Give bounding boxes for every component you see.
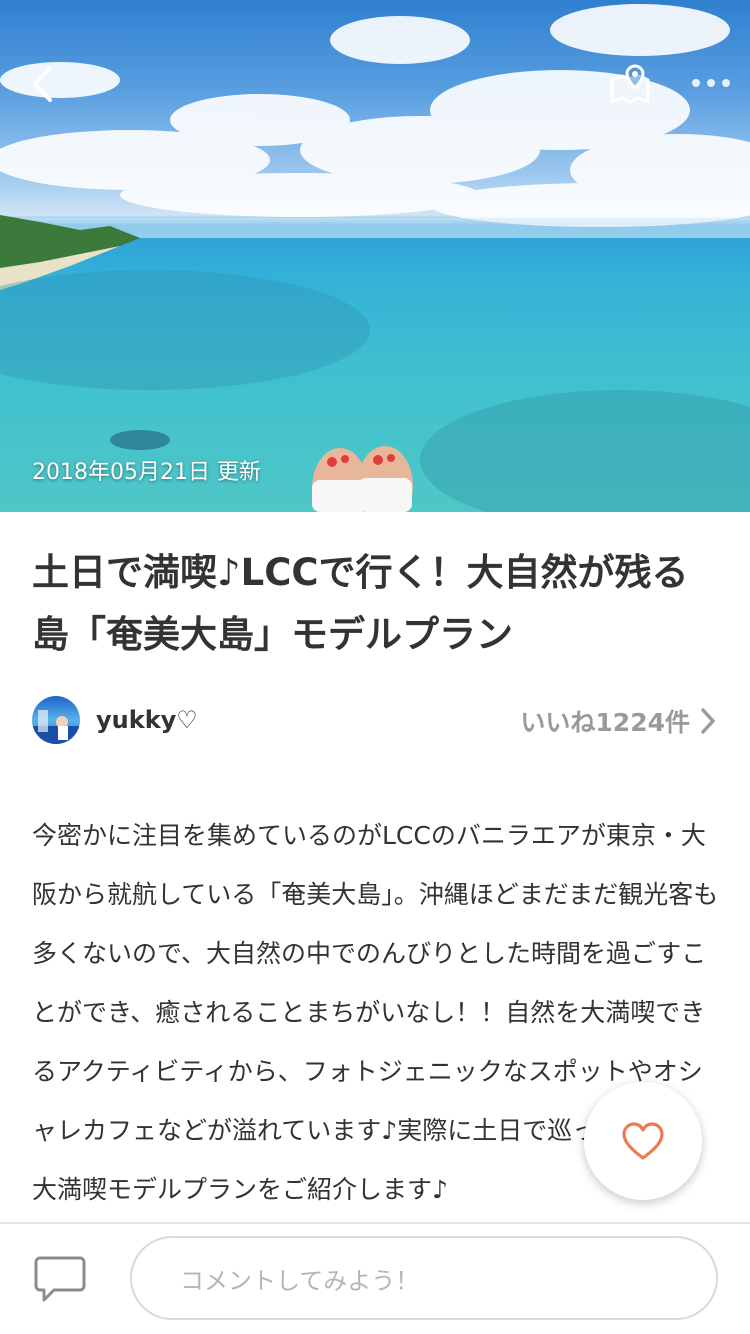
article-title: 土日で満喫♪LCCで行く！大自然が残る島「奄美大島」モデルプラン <box>32 551 689 656</box>
comment-bar: コメントしてみよう！ <box>0 1222 750 1334</box>
avatar-image <box>32 710 80 744</box>
updated-date: 2018年05月21日 更新 <box>32 460 261 485</box>
avatar[interactable] <box>32 696 80 744</box>
hero-image: 2018年05月21日 更新 <box>0 0 750 512</box>
likes-count: いいね1224件 <box>520 708 690 737</box>
map-button[interactable] <box>604 60 656 108</box>
likes-link[interactable]: いいね1224件 <box>520 704 716 738</box>
comment-input[interactable]: コメントしてみよう！ <box>130 1236 718 1320</box>
author-name[interactable]: yukky♡ <box>96 706 198 734</box>
author-info[interactable]: yukky♡ <box>32 696 198 744</box>
map-pin-icon <box>610 64 650 104</box>
comment-button[interactable] <box>32 1252 88 1308</box>
more-horizontal-icon <box>692 79 730 87</box>
chevron-right-icon <box>701 708 715 734</box>
chevron-left-icon <box>33 66 52 102</box>
like-button[interactable] <box>584 1082 702 1200</box>
back-button[interactable] <box>20 58 64 110</box>
speech-bubble-icon <box>34 1256 86 1302</box>
more-button[interactable] <box>686 68 736 98</box>
heart-icon <box>622 1122 664 1160</box>
